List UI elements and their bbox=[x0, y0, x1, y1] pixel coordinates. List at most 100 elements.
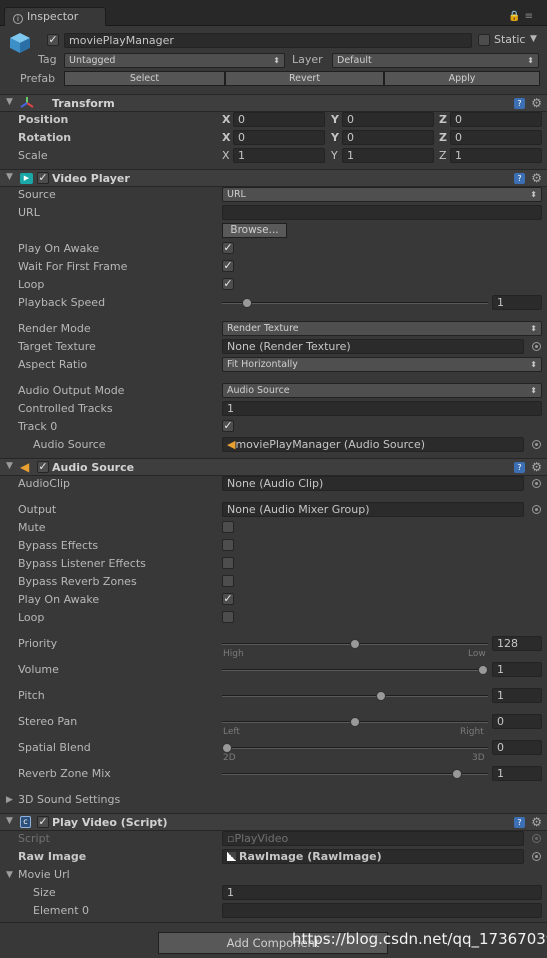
bypass-reverb-checkbox[interactable] bbox=[222, 575, 234, 587]
3d-sound-settings-foldout[interactable]: 3D Sound Settings bbox=[18, 793, 120, 806]
position-z-field[interactable]: 0 bbox=[450, 112, 542, 127]
z-axis-label: Z bbox=[439, 113, 447, 126]
render-mode-dropdown[interactable]: Render Texture ⬍ bbox=[222, 321, 542, 336]
object-picker-icon[interactable] bbox=[532, 852, 541, 861]
browse-button[interactable]: Browse... bbox=[222, 223, 287, 238]
video-player-header[interactable]: ▼ ▶ ✓ Video Player ? ⚙ bbox=[0, 169, 547, 187]
scale-x-field[interactable]: 1 bbox=[233, 148, 325, 163]
track0-checkbox[interactable]: ✓ bbox=[222, 420, 234, 432]
audio-source-enabled-checkbox[interactable]: ✓ bbox=[37, 461, 49, 473]
wait-first-frame-checkbox[interactable]: ✓ bbox=[222, 260, 234, 272]
prefab-apply-button[interactable]: Apply bbox=[384, 71, 540, 86]
aspect-ratio-dropdown[interactable]: Fit Horizontally ⬍ bbox=[222, 357, 542, 372]
audio-source-target-field[interactable]: ◀moviePlayManager (Audio Source) bbox=[222, 437, 524, 452]
gear-icon[interactable]: ⚙ bbox=[531, 171, 542, 185]
prefab-label: Prefab bbox=[20, 72, 56, 85]
reverb-mix-field[interactable]: 1 bbox=[492, 766, 542, 781]
audio-source-title: Audio Source bbox=[52, 461, 135, 474]
slider-knob[interactable] bbox=[242, 298, 253, 308]
help-icon[interactable]: ? bbox=[514, 462, 525, 473]
spatial-blend-field[interactable]: 0 bbox=[492, 740, 542, 755]
spatial-blend-slider[interactable] bbox=[222, 743, 488, 753]
transform-icon bbox=[20, 96, 34, 113]
object-picker-icon[interactable] bbox=[532, 479, 541, 488]
active-checkbox[interactable]: ✓ bbox=[47, 34, 59, 46]
slider-knob[interactable] bbox=[350, 639, 360, 649]
position-x-field[interactable]: 0 bbox=[233, 112, 325, 127]
expand-arrow-icon[interactable]: ▼ bbox=[6, 172, 13, 182]
help-icon[interactable]: ? bbox=[514, 173, 525, 184]
expand-arrow-icon[interactable]: ▼ bbox=[6, 97, 13, 107]
expand-arrow-icon[interactable]: ▼ bbox=[6, 461, 13, 471]
stereo-pan-field[interactable]: 0 bbox=[492, 714, 542, 729]
url-input[interactable] bbox=[222, 205, 542, 220]
audio-loop-checkbox[interactable] bbox=[222, 611, 234, 623]
object-picker-icon[interactable] bbox=[532, 505, 541, 514]
layer-dropdown[interactable]: Default ⬍ bbox=[332, 53, 539, 68]
audio-source-header[interactable]: ▼ ◀ ✓ Audio Source ? ⚙ bbox=[0, 458, 547, 476]
transform-header[interactable]: ▼ Transform ? ⚙ bbox=[0, 94, 547, 112]
slider-knob[interactable] bbox=[350, 717, 360, 727]
audio-output-mode-dropdown[interactable]: Audio Source ⬍ bbox=[222, 383, 542, 398]
slider-knob[interactable] bbox=[452, 769, 463, 779]
object-picker-icon[interactable] bbox=[532, 440, 541, 449]
reverb-mix-slider[interactable] bbox=[222, 769, 488, 779]
tab-inspector[interactable]: i Inspector bbox=[4, 7, 106, 26]
audio-play-on-awake-checkbox[interactable]: ✓ bbox=[222, 593, 234, 605]
size-field[interactable]: 1 bbox=[222, 885, 542, 900]
video-player-enabled-checkbox[interactable]: ✓ bbox=[37, 172, 49, 184]
z-axis-label: Z bbox=[439, 131, 447, 144]
element0-field[interactable] bbox=[222, 903, 542, 918]
playback-speed-field[interactable]: 1 bbox=[492, 295, 542, 310]
source-value: URL bbox=[227, 189, 246, 200]
audioclip-field[interactable]: None (Audio Clip) bbox=[222, 476, 524, 491]
expand-arrow-icon[interactable]: ▼ bbox=[6, 870, 13, 880]
target-texture-field[interactable]: None (Render Texture) bbox=[222, 339, 524, 354]
expand-arrow-icon[interactable]: ▶ bbox=[6, 795, 13, 805]
gear-icon[interactable]: ⚙ bbox=[531, 460, 542, 474]
play-video-enabled-checkbox[interactable]: ✓ bbox=[37, 816, 49, 828]
source-dropdown[interactable]: URL ⬍ bbox=[222, 187, 542, 202]
rotation-x-field[interactable]: 0 bbox=[233, 130, 325, 145]
pitch-field[interactable]: 1 bbox=[492, 688, 542, 703]
stereo-pan-slider[interactable] bbox=[222, 717, 488, 727]
slider-knob[interactable] bbox=[222, 743, 232, 753]
bypass-listener-checkbox[interactable] bbox=[222, 557, 234, 569]
object-picker-icon bbox=[532, 834, 541, 843]
playback-speed-slider[interactable] bbox=[222, 298, 488, 308]
priority-field[interactable]: 128 bbox=[492, 636, 542, 651]
static-dropdown-icon[interactable]: ▼ bbox=[530, 34, 537, 44]
priority-slider[interactable] bbox=[222, 639, 488, 649]
prefab-select-button[interactable]: Select bbox=[64, 71, 225, 86]
slider-knob[interactable] bbox=[478, 665, 488, 675]
prefab-revert-button[interactable]: Revert bbox=[225, 71, 384, 86]
help-icon[interactable]: ? bbox=[514, 98, 525, 109]
mute-checkbox[interactable] bbox=[222, 521, 234, 533]
object-picker-icon[interactable] bbox=[532, 342, 541, 351]
rotation-z-field[interactable]: 0 bbox=[450, 130, 542, 145]
expand-arrow-icon[interactable]: ▼ bbox=[6, 816, 13, 826]
raw-image-field[interactable]: RawImage (RawImage) bbox=[222, 849, 524, 864]
slider-knob[interactable] bbox=[375, 691, 386, 701]
static-checkbox[interactable] bbox=[478, 34, 490, 46]
position-y-field[interactable]: 0 bbox=[342, 112, 434, 127]
rotation-y-field[interactable]: 0 bbox=[342, 130, 434, 145]
help-icon[interactable]: ? bbox=[514, 817, 525, 828]
loop-checkbox[interactable]: ✓ bbox=[222, 278, 234, 290]
scale-z-field[interactable]: 1 bbox=[450, 148, 542, 163]
play-video-header[interactable]: ▼ c ✓ Play Video (Script) ? ⚙ bbox=[0, 813, 547, 831]
bypass-effects-checkbox[interactable] bbox=[222, 539, 234, 551]
movie-url-label[interactable]: Movie Url bbox=[18, 868, 70, 881]
controlled-tracks-field[interactable]: 1 bbox=[222, 401, 542, 416]
gear-icon[interactable]: ⚙ bbox=[531, 96, 542, 110]
gear-icon[interactable]: ⚙ bbox=[531, 815, 542, 829]
scale-y-field[interactable]: 1 bbox=[342, 148, 434, 163]
tag-dropdown[interactable]: Untagged ⬍ bbox=[64, 53, 285, 68]
play-on-awake-checkbox[interactable]: ✓ bbox=[222, 242, 234, 254]
volume-field[interactable]: 1 bbox=[492, 662, 542, 677]
pitch-slider[interactable] bbox=[222, 691, 488, 701]
output-field[interactable]: None (Audio Mixer Group) bbox=[222, 502, 524, 517]
object-name-field[interactable]: moviePlayManager bbox=[64, 33, 472, 48]
lock-icon[interactable]: 🔒≡ bbox=[508, 11, 537, 22]
volume-slider[interactable] bbox=[222, 665, 488, 675]
